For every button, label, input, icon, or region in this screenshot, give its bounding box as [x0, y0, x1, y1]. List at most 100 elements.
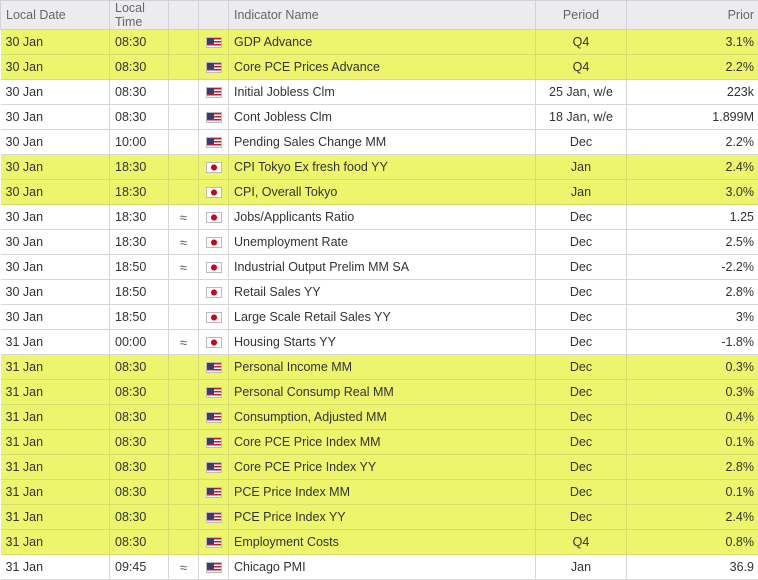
- indicator-name-cell[interactable]: GDP Advance: [229, 30, 536, 55]
- country-cell: [199, 180, 229, 205]
- period-cell: Q4: [536, 30, 627, 55]
- prior-cell: 2.4%: [627, 505, 758, 530]
- table-row[interactable]: 30 Jan08:30Cont Jobless Clm18 Jan, w/e1.…: [1, 105, 758, 130]
- indicator-name-cell[interactable]: PCE Price Index MM: [229, 480, 536, 505]
- prior-cell: 0.3%: [627, 355, 758, 380]
- period-cell: Dec: [536, 455, 627, 480]
- indicator-name-cell[interactable]: Personal Consump Real MM: [229, 380, 536, 405]
- period-cell: Dec: [536, 430, 627, 455]
- table-row[interactable]: 30 Jan08:30GDP AdvanceQ43.1%: [1, 30, 758, 55]
- revision-cell: [169, 405, 199, 430]
- indicator-name-cell[interactable]: PCE Price Index YY: [229, 505, 536, 530]
- indicator-name-cell[interactable]: Pending Sales Change MM: [229, 130, 536, 155]
- period-cell: Jan: [536, 155, 627, 180]
- table-row[interactable]: 31 Jan08:30Personal Income MMDec0.3%: [1, 355, 758, 380]
- prior-cell: 0.8%: [627, 530, 758, 555]
- revision-cell: [169, 30, 199, 55]
- table-row[interactable]: 31 Jan08:30Consumption, Adjusted MMDec0.…: [1, 405, 758, 430]
- indicator-name-cell[interactable]: Unemployment Rate: [229, 230, 536, 255]
- prior-cell: 223k: [627, 80, 758, 105]
- col-header-indicator-name[interactable]: Indicator Name: [229, 1, 536, 30]
- col-header-prior[interactable]: Prior: [627, 1, 758, 30]
- country-cell: [199, 80, 229, 105]
- prior-cell: -1.8%: [627, 330, 758, 355]
- table-row[interactable]: 30 Jan18:30CPI Tokyo Ex fresh food YYJan…: [1, 155, 758, 180]
- approx-icon: ≈: [169, 330, 199, 355]
- prior-cell: 0.1%: [627, 430, 758, 455]
- indicator-name-cell[interactable]: CPI, Overall Tokyo: [229, 180, 536, 205]
- indicator-name-cell[interactable]: Industrial Output Prelim MM SA: [229, 255, 536, 280]
- indicator-name-cell[interactable]: Employment Costs: [229, 530, 536, 555]
- col-header-country: [199, 1, 229, 30]
- us-flag-icon: [206, 512, 222, 523]
- table-row[interactable]: 30 Jan08:30Core PCE Prices AdvanceQ42.2%: [1, 55, 758, 80]
- indicator-name-cell[interactable]: Initial Jobless Clm: [229, 80, 536, 105]
- local-time-cell: 08:30: [110, 405, 169, 430]
- indicator-name-cell[interactable]: Housing Starts YY: [229, 330, 536, 355]
- local-time-cell: 18:30: [110, 180, 169, 205]
- local-date-cell: 30 Jan: [1, 230, 110, 255]
- country-cell: [199, 255, 229, 280]
- indicator-name-cell[interactable]: Core PCE Price Index YY: [229, 455, 536, 480]
- country-cell: [199, 530, 229, 555]
- prior-cell: 2.2%: [627, 130, 758, 155]
- col-header-period[interactable]: Period: [536, 1, 627, 30]
- country-cell: [199, 455, 229, 480]
- indicator-name-cell[interactable]: Cont Jobless Clm: [229, 105, 536, 130]
- table-row[interactable]: 31 Jan08:30Core PCE Price Index MMDec0.1…: [1, 430, 758, 455]
- table-row[interactable]: 30 Jan18:50Large Scale Retail Sales YYDe…: [1, 305, 758, 330]
- local-time-cell: 08:30: [110, 355, 169, 380]
- local-date-cell: 30 Jan: [1, 130, 110, 155]
- table-row[interactable]: 30 Jan10:00Pending Sales Change MMDec2.2…: [1, 130, 758, 155]
- col-header-local-time[interactable]: Local Time: [110, 1, 169, 30]
- indicator-name-cell[interactable]: Consumption, Adjusted MM: [229, 405, 536, 430]
- indicator-name-cell[interactable]: Personal Income MM: [229, 355, 536, 380]
- approx-icon: ≈: [169, 205, 199, 230]
- indicator-name-cell[interactable]: Retail Sales YY: [229, 280, 536, 305]
- local-time-cell: 08:30: [110, 430, 169, 455]
- local-time-cell: 08:30: [110, 105, 169, 130]
- revision-cell: [169, 180, 199, 205]
- economic-calendar-table: Local Date Local Time Indicator Name Per…: [0, 0, 758, 580]
- local-date-cell: 30 Jan: [1, 105, 110, 130]
- us-flag-icon: [206, 62, 222, 73]
- period-cell: Dec: [536, 130, 627, 155]
- local-date-cell: 31 Jan: [1, 380, 110, 405]
- table-row[interactable]: 30 Jan18:30CPI, Overall TokyoJan3.0%: [1, 180, 758, 205]
- japan-flag-icon: [206, 162, 222, 173]
- table-row[interactable]: 30 Jan18:30≈Unemployment RateDec2.5%: [1, 230, 758, 255]
- table-row[interactable]: 30 Jan18:50≈Industrial Output Prelim MM …: [1, 255, 758, 280]
- table-row[interactable]: 30 Jan18:30≈Jobs/Applicants RatioDec1.25: [1, 205, 758, 230]
- table-row[interactable]: 30 Jan08:30Initial Jobless Clm25 Jan, w/…: [1, 80, 758, 105]
- country-cell: [199, 405, 229, 430]
- local-time-cell: 08:30: [110, 505, 169, 530]
- us-flag-icon: [206, 137, 222, 148]
- table-row[interactable]: 31 Jan08:30Employment CostsQ40.8%: [1, 530, 758, 555]
- revision-cell: [169, 480, 199, 505]
- local-time-cell: 00:00: [110, 330, 169, 355]
- table-row[interactable]: 31 Jan08:30PCE Price Index MMDec0.1%: [1, 480, 758, 505]
- period-cell: Dec: [536, 505, 627, 530]
- table-row[interactable]: 31 Jan08:30Core PCE Price Index YYDec2.8…: [1, 455, 758, 480]
- us-flag-icon: [206, 37, 222, 48]
- revision-cell: [169, 305, 199, 330]
- table-row[interactable]: 31 Jan08:30Personal Consump Real MMDec0.…: [1, 380, 758, 405]
- us-flag-icon: [206, 537, 222, 548]
- col-header-local-date[interactable]: Local Date: [1, 1, 110, 30]
- indicator-name-cell[interactable]: Large Scale Retail Sales YY: [229, 305, 536, 330]
- table-row[interactable]: 30 Jan18:50Retail Sales YYDec2.8%: [1, 280, 758, 305]
- indicator-name-cell[interactable]: Core PCE Price Index MM: [229, 430, 536, 455]
- table-row[interactable]: 31 Jan00:00≈Housing Starts YYDec-1.8%: [1, 330, 758, 355]
- japan-flag-icon: [206, 212, 222, 223]
- indicator-name-cell[interactable]: Jobs/Applicants Ratio: [229, 205, 536, 230]
- local-date-cell: 31 Jan: [1, 405, 110, 430]
- indicator-name-cell[interactable]: Core PCE Prices Advance: [229, 55, 536, 80]
- approx-icon: ≈: [169, 230, 199, 255]
- local-time-cell: 18:30: [110, 205, 169, 230]
- prior-cell: 0.1%: [627, 480, 758, 505]
- period-cell: Q4: [536, 55, 627, 80]
- indicator-name-cell[interactable]: CPI Tokyo Ex fresh food YY: [229, 155, 536, 180]
- local-date-cell: 30 Jan: [1, 155, 110, 180]
- revision-cell: [169, 455, 199, 480]
- table-row[interactable]: 31 Jan08:30PCE Price Index YYDec2.4%: [1, 505, 758, 530]
